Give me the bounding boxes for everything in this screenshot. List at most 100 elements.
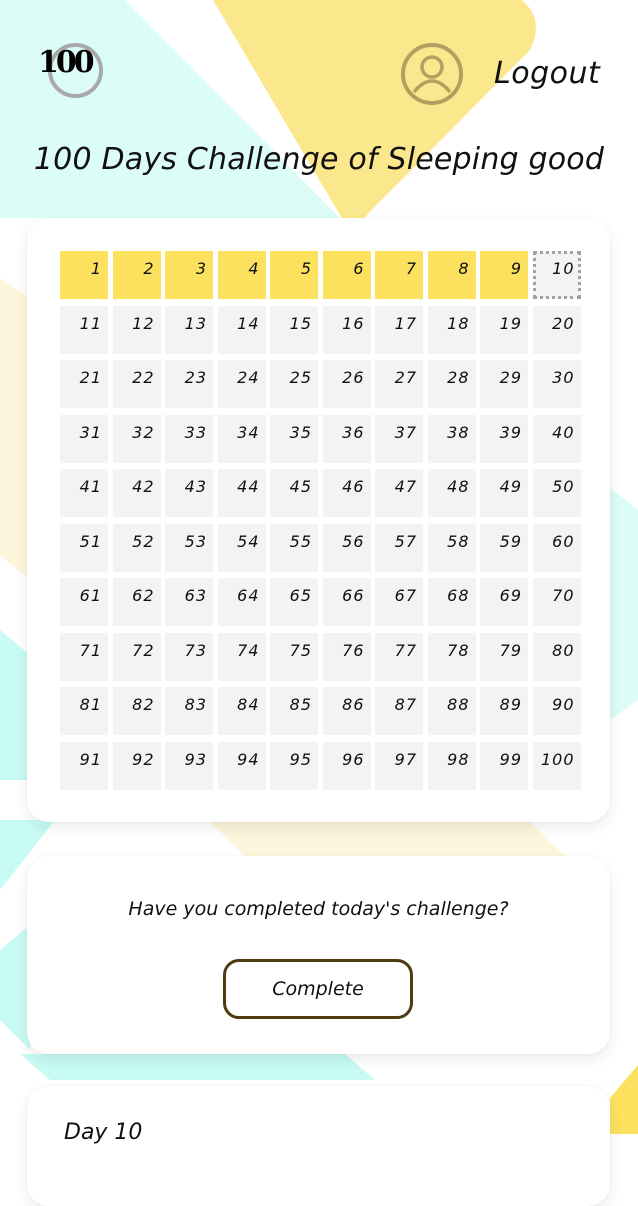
day-cell-pending[interactable]: 99: [480, 741, 528, 790]
day-cell-pending[interactable]: 51: [60, 523, 108, 572]
day-cell-pending[interactable]: 35: [270, 414, 318, 463]
day-cell-pending[interactable]: 65: [270, 578, 318, 626]
day-cell-pending[interactable]: 29: [480, 360, 528, 408]
day-cell-pending[interactable]: 34: [217, 414, 266, 463]
day-cell-pending[interactable]: 47: [375, 469, 423, 517]
day-cell-pending[interactable]: 71: [60, 632, 108, 681]
day-cell-pending[interactable]: 84: [217, 687, 266, 735]
day-cell-pending[interactable]: 32: [112, 414, 161, 463]
day-cell-pending[interactable]: 38: [427, 414, 476, 463]
day-cell-pending[interactable]: 78: [427, 632, 476, 681]
logout-link[interactable]: Logout: [494, 56, 600, 91]
day-cell-pending[interactable]: 44: [217, 469, 266, 517]
day-cell-pending[interactable]: 80: [532, 632, 581, 681]
day-cell-pending[interactable]: 100: [532, 741, 581, 790]
day-cell-pending[interactable]: 64: [217, 578, 266, 626]
day-cell-pending[interactable]: 60: [532, 523, 581, 572]
day-cell-pending[interactable]: 70: [532, 578, 581, 626]
day-cell-pending[interactable]: 96: [322, 741, 371, 790]
day-cell-pending[interactable]: 58: [427, 523, 476, 572]
day-cell-completed[interactable]: 4: [217, 251, 266, 299]
day-cell-pending[interactable]: 89: [480, 687, 528, 735]
day-cell-pending[interactable]: 95: [270, 741, 318, 790]
day-cell-pending[interactable]: 62: [112, 578, 161, 626]
day-cell-pending[interactable]: 61: [60, 578, 108, 626]
day-cell-completed[interactable]: 8: [427, 251, 476, 299]
day-cell-pending[interactable]: 87: [375, 687, 423, 735]
day-cell-pending[interactable]: 56: [322, 523, 371, 572]
day-cell-pending[interactable]: 22: [112, 360, 161, 408]
day-cell-pending[interactable]: 23: [165, 360, 213, 408]
day-cell-pending[interactable]: 37: [375, 414, 423, 463]
day-cell-pending[interactable]: 16: [322, 305, 371, 354]
day-cell-pending[interactable]: 48: [427, 469, 476, 517]
day-cell-pending[interactable]: 92: [112, 741, 161, 790]
day-cell-pending[interactable]: 50: [532, 469, 581, 517]
day-cell-pending[interactable]: 43: [165, 469, 213, 517]
day-cell-pending[interactable]: 30: [532, 360, 581, 408]
day-cell-pending[interactable]: 52: [112, 523, 161, 572]
day-cell-pending[interactable]: 31: [60, 414, 108, 463]
day-cell-completed[interactable]: 5: [270, 251, 318, 299]
day-cell-completed[interactable]: 2: [112, 251, 161, 299]
user-profile-icon[interactable]: [400, 42, 464, 106]
day-cell-pending[interactable]: 74: [217, 632, 266, 681]
day-cell-pending[interactable]: 12: [112, 305, 161, 354]
day-cell-pending[interactable]: 93: [165, 741, 213, 790]
day-cell-pending[interactable]: 98: [427, 741, 476, 790]
day-cell-pending[interactable]: 59: [480, 523, 528, 572]
day-cell-pending[interactable]: 20: [532, 305, 581, 354]
day-cell-pending[interactable]: 55: [270, 523, 318, 572]
complete-button[interactable]: Complete: [223, 959, 413, 1019]
day-cell-pending[interactable]: 79: [480, 632, 528, 681]
day-cell-pending[interactable]: 53: [165, 523, 213, 572]
day-cell-pending[interactable]: 11: [60, 305, 108, 354]
day-cell-pending[interactable]: 76: [322, 632, 371, 681]
day-cell-pending[interactable]: 40: [532, 414, 581, 463]
day-cell-pending[interactable]: 26: [322, 360, 371, 408]
day-cell-pending[interactable]: 66: [322, 578, 371, 626]
day-cell-pending[interactable]: 88: [427, 687, 476, 735]
day-cell-pending[interactable]: 67: [375, 578, 423, 626]
app-logo[interactable]: 100: [38, 40, 112, 110]
day-cell-pending[interactable]: 42: [112, 469, 161, 517]
day-cell-pending[interactable]: 24: [217, 360, 266, 408]
day-cell-pending[interactable]: 72: [112, 632, 161, 681]
day-cell-pending[interactable]: 46: [322, 469, 371, 517]
day-cell-pending[interactable]: 27: [375, 360, 423, 408]
day-cell-pending[interactable]: 63: [165, 578, 213, 626]
day-cell-pending[interactable]: 85: [270, 687, 318, 735]
day-cell-pending[interactable]: 45: [270, 469, 318, 517]
day-cell-pending[interactable]: 86: [322, 687, 371, 735]
day-cell-completed[interactable]: 7: [375, 251, 423, 299]
day-cell-pending[interactable]: 97: [375, 741, 423, 790]
day-cell-pending[interactable]: 91: [60, 741, 108, 790]
day-cell-pending[interactable]: 68: [427, 578, 476, 626]
day-cell-pending[interactable]: 39: [480, 414, 528, 463]
day-cell-pending[interactable]: 14: [217, 305, 266, 354]
day-cell-pending[interactable]: 75: [270, 632, 318, 681]
day-cell-pending[interactable]: 13: [165, 305, 213, 354]
day-cell-pending[interactable]: 18: [427, 305, 476, 354]
day-cell-pending[interactable]: 41: [60, 469, 108, 517]
day-cell-pending[interactable]: 81: [60, 687, 108, 735]
day-cell-pending[interactable]: 33: [165, 414, 213, 463]
day-cell-pending[interactable]: 90: [532, 687, 581, 735]
day-cell-pending[interactable]: 17: [375, 305, 423, 354]
day-cell-completed[interactable]: 3: [165, 251, 213, 299]
day-cell-pending[interactable]: 73: [165, 632, 213, 681]
day-cell-pending[interactable]: 57: [375, 523, 423, 572]
day-cell-today[interactable]: 10: [532, 251, 581, 299]
day-cell-pending[interactable]: 49: [480, 469, 528, 517]
day-cell-completed[interactable]: 6: [322, 251, 371, 299]
day-cell-pending[interactable]: 82: [112, 687, 161, 735]
day-cell-pending[interactable]: 77: [375, 632, 423, 681]
day-cell-pending[interactable]: 15: [270, 305, 318, 354]
day-cell-pending[interactable]: 25: [270, 360, 318, 408]
day-cell-pending[interactable]: 69: [480, 578, 528, 626]
day-cell-pending[interactable]: 83: [165, 687, 213, 735]
day-cell-completed[interactable]: 1: [60, 251, 108, 299]
day-cell-pending[interactable]: 54: [217, 523, 266, 572]
day-cell-pending[interactable]: 94: [217, 741, 266, 790]
day-cell-pending[interactable]: 28: [427, 360, 476, 408]
